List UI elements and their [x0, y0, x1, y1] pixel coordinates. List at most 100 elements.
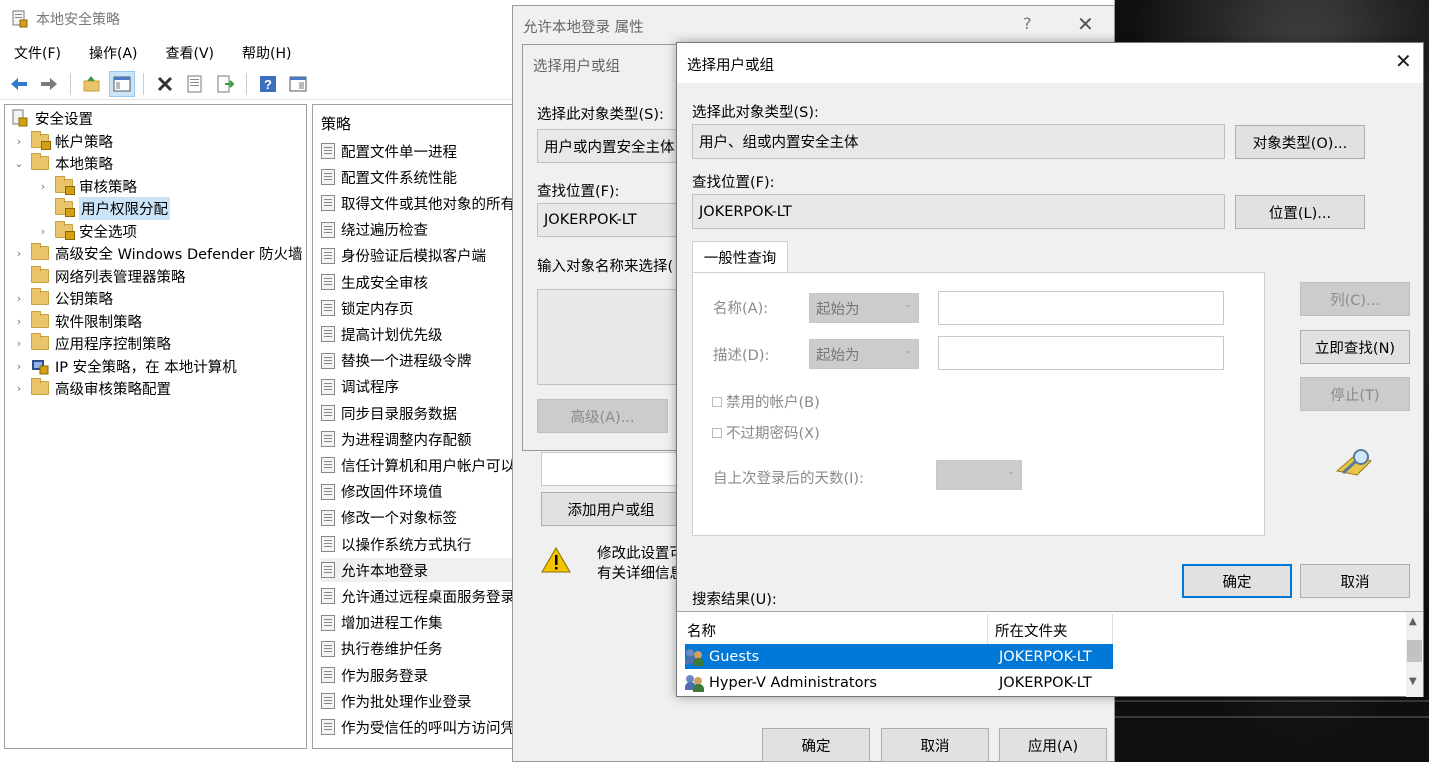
action-pane-icon[interactable] — [285, 71, 311, 97]
menu-action[interactable]: 操作(A) — [75, 40, 152, 66]
tree-item-network-list-manager[interactable]: 网络列表管理器策略 — [13, 265, 186, 287]
menu-file[interactable]: 文件(F) — [0, 40, 75, 66]
menu-view[interactable]: 查看(V) — [152, 40, 229, 66]
policy-item[interactable]: 身份验证后模拟客户端 — [321, 244, 486, 268]
policy-label: 锁定内存页 — [341, 301, 414, 318]
policy-item[interactable]: 以操作系统方式执行 — [321, 532, 472, 556]
tab-general-queries[interactable]: 一般性查询 — [692, 241, 788, 273]
properties-icon[interactable] — [182, 71, 208, 97]
policy-item[interactable]: 信任计算机和用户帐户可以 — [321, 453, 515, 477]
chevron-right-icon[interactable]: › — [37, 180, 49, 193]
results-scrollbar[interactable]: ▲ ▼ — [1406, 612, 1423, 697]
policy-column-header[interactable]: 策略 — [321, 113, 351, 134]
policy-item[interactable]: 取得文件或其他对象的所有 — [321, 191, 515, 215]
disabled-accounts-checkbox[interactable]: 禁用的帐户(B) — [712, 391, 820, 412]
ok-button[interactable]: 确定 — [1182, 564, 1292, 598]
tree-item-security-options[interactable]: › 安全选项 — [37, 220, 137, 242]
policy-item[interactable]: 允许本地登录 — [321, 558, 521, 583]
object-types-button[interactable]: 对象类型(O)... — [1235, 125, 1365, 159]
chevron-right-icon[interactable]: › — [13, 360, 25, 373]
result-row-hyperv-admins[interactable]: Hyper-V Administrators JOKERPOK-LT — [685, 670, 1113, 695]
policy-item[interactable]: 执行卷维护任务 — [321, 637, 443, 661]
chevron-right-icon[interactable]: › — [13, 135, 25, 148]
non-expiring-password-checkbox[interactable]: 不过期密码(X) — [712, 422, 820, 443]
help-icon[interactable]: ? — [1023, 14, 1032, 33]
policy-item[interactable]: 为进程调整内存配额 — [321, 427, 472, 451]
scroll-down-icon[interactable]: ▼ — [1409, 676, 1417, 687]
find-now-button[interactable]: 立即查找(N) — [1300, 330, 1410, 364]
tree-item-user-rights-assignment[interactable]: 用户权限分配 — [37, 196, 170, 220]
chevron-down-icon[interactable]: ⌄ — [13, 157, 25, 170]
chevron-right-icon[interactable]: › — [13, 315, 25, 328]
stop-button[interactable]: 停止(T) — [1300, 377, 1410, 411]
tree-item-advanced-audit[interactable]: › 高级审核策略配置 — [13, 377, 171, 399]
chevron-right-icon[interactable]: › — [37, 225, 49, 238]
props-cancel-button[interactable]: 取消 — [881, 728, 989, 762]
policy-item[interactable]: 提高计划优先级 — [321, 322, 443, 346]
policy-item[interactable]: 替换一个进程级令牌 — [321, 349, 472, 373]
policy-icon — [321, 274, 335, 290]
tree-item-app-control[interactable]: › 应用程序控制策略 — [13, 332, 171, 354]
forward-arrow-icon[interactable] — [36, 71, 62, 97]
security-settings-icon — [12, 109, 28, 127]
policy-item[interactable]: 修改固件环境值 — [321, 480, 443, 504]
policy-item[interactable]: 作为批处理作业登录 — [321, 689, 472, 713]
policy-item[interactable]: 绕过遍历检查 — [321, 218, 428, 242]
name-input[interactable] — [938, 291, 1224, 325]
chevron-right-icon[interactable]: › — [13, 292, 25, 305]
chevron-right-icon[interactable]: › — [13, 382, 25, 395]
chevron-right-icon[interactable]: › — [13, 337, 25, 350]
delete-icon[interactable] — [152, 71, 178, 97]
tree-item-audit-policy[interactable]: › 审核策略 — [37, 175, 137, 197]
policy-item[interactable]: 修改一个对象标签 — [321, 506, 457, 530]
policy-item[interactable]: 允许通过远程桌面服务登录 — [321, 584, 515, 608]
tree-item-account-policies[interactable]: › 帐户策略 — [13, 130, 113, 152]
policy-item[interactable]: 生成安全审核 — [321, 270, 428, 294]
menu-help[interactable]: 帮助(H) — [228, 40, 305, 66]
name-match-select[interactable]: 起始为 ⌄ — [809, 293, 919, 323]
policy-item[interactable]: 增加进程工作集 — [321, 611, 443, 635]
show-hide-tree-icon[interactable] — [109, 70, 135, 97]
policy-item[interactable]: 配置文件系统性能 — [321, 165, 457, 189]
results-column-name[interactable]: 名称 — [687, 620, 716, 641]
policy-item[interactable]: 配置文件单一进程 — [321, 139, 457, 163]
policy-label: 同步目录服务数据 — [341, 406, 457, 423]
old-names-textarea[interactable] — [537, 289, 683, 385]
tree-item-public-key-policies[interactable]: › 公钥策略 — [13, 287, 113, 309]
result-row-guests[interactable]: Guests JOKERPOK-LT — [685, 644, 1113, 669]
props-ok-button[interactable]: 确定 — [762, 728, 870, 762]
folder-icon — [31, 243, 49, 260]
tree-item-software-restriction[interactable]: › 软件限制策略 — [13, 310, 142, 332]
description-input[interactable] — [938, 336, 1224, 370]
results-column-folder[interactable]: 所在文件夹 — [995, 620, 1068, 641]
close-icon[interactable]: ✕ — [1395, 49, 1412, 73]
old-advanced-button[interactable]: 高级(A)... — [537, 399, 668, 433]
description-match-select[interactable]: 起始为 ⌄ — [809, 339, 919, 369]
cancel-button[interactable]: 取消 — [1300, 564, 1410, 598]
member-list-box[interactable] — [541, 452, 681, 486]
scroll-up-icon[interactable]: ▲ — [1409, 616, 1417, 627]
export-list-icon[interactable] — [212, 71, 238, 97]
policy-item[interactable]: 调试程序 — [321, 375, 399, 399]
add-user-or-group-button[interactable]: 添加用户或组 — [541, 492, 681, 526]
policy-item[interactable]: 同步目录服务数据 — [321, 401, 457, 425]
back-arrow-icon[interactable] — [6, 71, 32, 97]
up-folder-icon[interactable] — [79, 71, 105, 97]
help-icon[interactable]: ? — [255, 71, 281, 97]
scrollbar-thumb[interactable] — [1407, 640, 1422, 662]
locations-button[interactable]: 位置(L)... — [1235, 195, 1365, 229]
policy-item[interactable]: 作为服务登录 — [321, 663, 428, 687]
chevron-right-icon[interactable]: › — [13, 247, 25, 260]
tree-item-local-policies[interactable]: ⌄ 本地策略 — [13, 152, 113, 174]
columns-button[interactable]: 列(C)... — [1300, 282, 1410, 316]
chevron-down-icon: ⌄ — [904, 346, 912, 356]
days-since-login-select[interactable]: ⌄ — [936, 460, 1022, 490]
tree-item-security-settings[interactable]: 安全设置 — [11, 107, 93, 129]
close-icon[interactable]: ✕ — [1077, 12, 1094, 36]
window-title: 本地安全策略 — [36, 12, 120, 28]
policy-item[interactable]: 锁定内存页 — [321, 296, 414, 320]
props-apply-button[interactable]: 应用(A) — [999, 728, 1107, 762]
policy-item[interactable]: 作为受信任的呼叫方访问凭 — [321, 715, 515, 739]
tree-item-defender-firewall[interactable]: › 高级安全 Windows Defender 防火墙 — [13, 242, 302, 264]
tree-item-ip-security[interactable]: › IP 安全策略，在 本地计算机 — [13, 355, 237, 377]
